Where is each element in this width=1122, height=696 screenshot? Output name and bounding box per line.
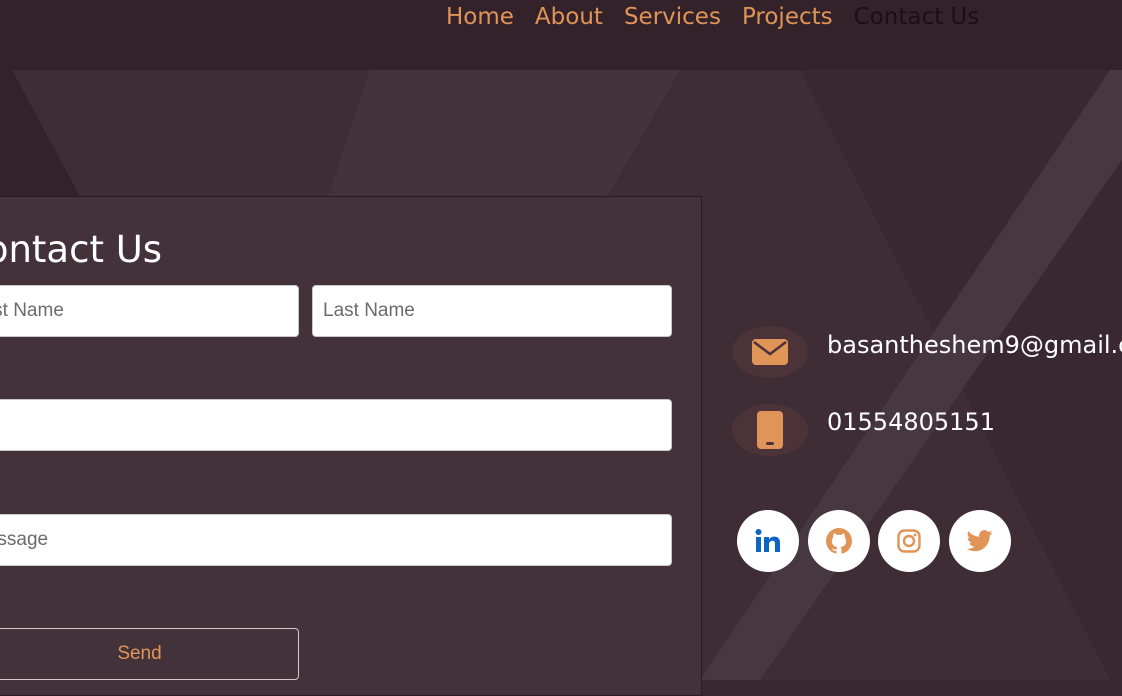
send-button[interactable]: Send [0,628,299,680]
email-badge [732,326,808,378]
github-button[interactable] [808,510,870,572]
nav-home[interactable]: Home [446,4,514,30]
phone-icon [757,411,783,449]
twitter-button[interactable] [949,510,1011,572]
email-field[interactable] [0,399,672,451]
instagram-icon [897,529,921,553]
instagram-button[interactable] [878,510,940,572]
form-title: Contact Us [0,228,163,271]
nav-projects[interactable]: Projects [742,4,833,30]
phone-badge [732,404,808,456]
linkedin-button[interactable] [737,510,799,572]
first-name-field[interactable]: First Name [0,285,299,337]
nav-services[interactable]: Services [624,4,721,30]
linkedin-icon [755,529,780,552]
github-icon [826,528,852,554]
last-name-field[interactable]: Last Name [312,285,672,337]
contact-email[interactable]: basantheshem9@gmail.com [827,331,1122,359]
main-nav: Home About Services Projects Contact Us [446,4,979,30]
nav-contact-us[interactable]: Contact Us [854,4,980,30]
twitter-icon [967,530,993,552]
envelope-icon [752,339,788,365]
nav-about[interactable]: About [535,4,603,30]
top-navbar: Home About Services Projects Contact Us [0,0,1122,70]
contact-phone[interactable]: 01554805151 [827,408,995,436]
message-field[interactable]: Message [0,514,672,566]
